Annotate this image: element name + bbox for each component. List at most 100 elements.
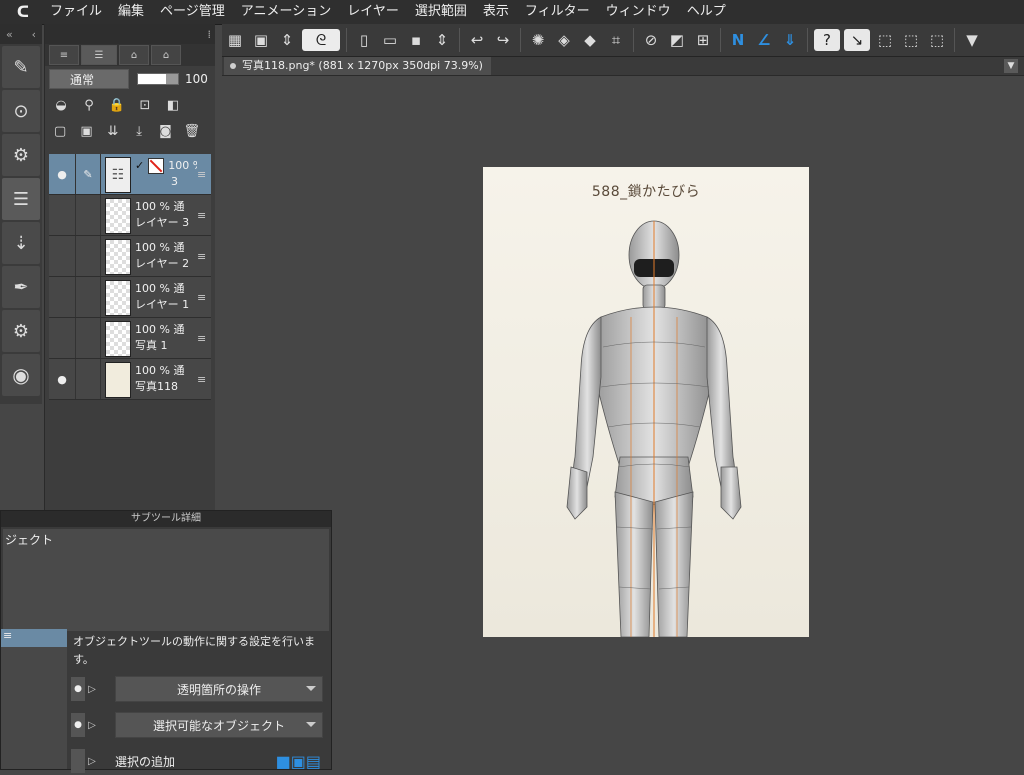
layer-row[interactable]: 100 % 通 レイヤー 1 ≡ [49, 277, 211, 318]
menu-filter[interactable]: フィルター [517, 0, 598, 24]
lock-alpha-icon[interactable]: ⊡ [135, 95, 155, 115]
layer-row[interactable]: 100 % 通 レイヤー 2 ≡ [49, 236, 211, 277]
expand-arrow-icon[interactable]: ▷ [85, 756, 99, 767]
pen-nib-icon[interactable]: ✒ [2, 266, 40, 308]
eye-icon[interactable]: ● [71, 677, 85, 701]
help-icon[interactable]: ? [814, 29, 840, 51]
ruler-n-icon[interactable]: N [727, 29, 749, 51]
visibility-eye-icon[interactable]: ● [49, 154, 76, 194]
edit-pen-icon[interactable]: ✎ [76, 154, 101, 194]
up-down-icon-2[interactable]: ⇕ [431, 29, 453, 51]
brush-icon[interactable]: ⇣ [2, 222, 40, 264]
edit-pen-icon[interactable] [76, 277, 101, 317]
edit-pen-icon[interactable] [76, 195, 101, 235]
menu-animation[interactable]: アニメーション [233, 0, 339, 24]
selection-icon-1[interactable]: ⬚ [874, 29, 896, 51]
toolbar-collapse-icon[interactable]: ▼ [961, 29, 983, 51]
selectable-object-dropdown[interactable]: 選択可能なオブジェクト [115, 712, 323, 738]
spiral-icon[interactable]: ᘓ [302, 29, 340, 51]
open-folder-icon[interactable]: ▭ [379, 29, 401, 51]
pen-tool-icon[interactable]: ✎ [2, 46, 40, 88]
tab-menu-icon[interactable]: ≡ [49, 45, 79, 65]
up-down-icon[interactable]: ⇕ [276, 29, 298, 51]
layer-menu-icon[interactable]: ≡ [197, 195, 211, 235]
layer-row[interactable]: 100 % 通 写真 1 ≡ [49, 318, 211, 359]
tab-b-icon[interactable]: ⌂ [119, 45, 149, 65]
lock-icon[interactable]: 🔒 [107, 95, 127, 115]
visibility-eye-icon[interactable] [49, 318, 76, 358]
eye-icon[interactable] [71, 749, 85, 773]
spinner-icon[interactable]: ✺ [527, 29, 549, 51]
mask-icon[interactable]: ◧ [163, 95, 183, 115]
document-tab[interactable]: 写真118.png* (881 x 1270px 350dpi 73.9%) [224, 57, 491, 75]
save-icon[interactable]: ▪ [405, 29, 427, 51]
reference-icon[interactable]: ⚲ [79, 95, 99, 115]
expand-arrow-icon[interactable]: ▷ [85, 684, 99, 695]
edit-pen-icon[interactable] [76, 236, 101, 276]
menu-window[interactable]: ウィンドウ [598, 0, 679, 24]
ruler-down-icon[interactable]: ⇓ [779, 29, 801, 51]
selection-icon-3[interactable]: ⬚ [926, 29, 948, 51]
menu-layer[interactable]: レイヤー [339, 0, 407, 24]
undo-icon[interactable]: ↩ [466, 29, 488, 51]
grid-icon[interactable]: ▦ [224, 29, 246, 51]
layer-menu-icon[interactable]: ≡ [197, 154, 211, 194]
tab-c-icon[interactable]: ⌂ [151, 45, 181, 65]
visibility-eye-icon[interactable] [49, 277, 76, 317]
category-item[interactable]: ≡ [1, 629, 67, 647]
layer-menu-icon[interactable]: ≡ [197, 236, 211, 276]
layer-menu-icon[interactable]: ≡ [197, 318, 211, 358]
layer-row[interactable]: ● 100 % 通 写真118 ≡ [49, 359, 211, 400]
menu-view[interactable]: 表示 [475, 0, 517, 24]
object-icon[interactable]: ⚙ [2, 310, 40, 352]
merge-down-icon[interactable]: ⇊ [104, 121, 122, 141]
transparent-area-dropdown[interactable]: 透明箇所の操作 [115, 676, 323, 702]
visibility-eye-icon[interactable] [49, 236, 76, 276]
bucket-icon[interactable]: ◆ [579, 29, 601, 51]
expand-arrow-icon[interactable]: ▷ [85, 720, 99, 731]
layer-menu-icon[interactable]: ≡ [197, 359, 211, 399]
clip-icon[interactable]: ◒ [51, 95, 71, 115]
menu-edit[interactable]: 編集 [110, 0, 152, 24]
mask-add-icon[interactable]: ◙ [156, 121, 174, 141]
collapse-left-icon[interactable]: « [6, 28, 13, 41]
layer-row[interactable]: 100 % 通 レイヤー 3 ≡ [49, 195, 211, 236]
transform-icon[interactable]: ⌗ [605, 29, 627, 51]
pointer-icon[interactable]: ↘ [844, 29, 870, 51]
tab-dropdown-icon[interactable]: ▼ [1004, 59, 1018, 73]
layer-menu-icon[interactable]: ≡ [197, 277, 211, 317]
new-layer-icon[interactable]: ▢ [51, 121, 69, 141]
menu-file[interactable]: ファイル [42, 0, 110, 24]
blend-mode-select[interactable]: 通常 [49, 69, 129, 89]
selection-icon-2[interactable]: ⬚ [900, 29, 922, 51]
clip-studio-logo-icon[interactable]: ᑕ [12, 1, 34, 23]
grip-icon[interactable]: ⁞ [208, 28, 212, 41]
color-wheel-icon[interactable]: ◉ [2, 354, 40, 396]
opacity-value[interactable]: 100 [185, 72, 208, 86]
visibility-eye-icon[interactable]: ● [49, 359, 76, 399]
diagonal-icon[interactable]: ⊘ [640, 29, 662, 51]
edit-pen-icon[interactable] [76, 318, 101, 358]
dots-icon[interactable]: ⊞ [692, 29, 714, 51]
shade-icon[interactable]: ◩ [666, 29, 688, 51]
fill-icon[interactable]: ◈ [553, 29, 575, 51]
trash-icon[interactable]: 🗑 [183, 121, 201, 141]
ruler-angle-icon[interactable]: ∠ [753, 29, 775, 51]
menu-page[interactable]: ページ管理 [152, 0, 233, 24]
opacity-slider[interactable] [137, 73, 179, 85]
layer-row[interactable]: ● ✎ ☷ ✓ 100 % 3 ≡ [49, 154, 211, 195]
material-icon[interactable]: ⊙ [2, 90, 40, 132]
edit-pen-icon[interactable] [76, 359, 101, 399]
new-folder-icon[interactable]: ▣ [77, 121, 95, 141]
screen-icon[interactable]: ▣ [250, 29, 272, 51]
menu-selection[interactable]: 選択範囲 [407, 0, 475, 24]
new-file-icon[interactable]: ▯ [353, 29, 375, 51]
canvas-image[interactable]: 588_鎖かたびら [483, 167, 809, 637]
collapse-right-icon[interactable]: ‹ [32, 28, 36, 41]
layers-icon[interactable]: ☰ [2, 178, 40, 220]
settings-icon[interactable]: ⚙ [2, 134, 40, 176]
redo-icon[interactable]: ↪ [492, 29, 514, 51]
visibility-eye-icon[interactable] [49, 195, 76, 235]
combine-icon[interactable]: ⤓ [130, 121, 148, 141]
eye-icon[interactable]: ● [71, 713, 85, 737]
